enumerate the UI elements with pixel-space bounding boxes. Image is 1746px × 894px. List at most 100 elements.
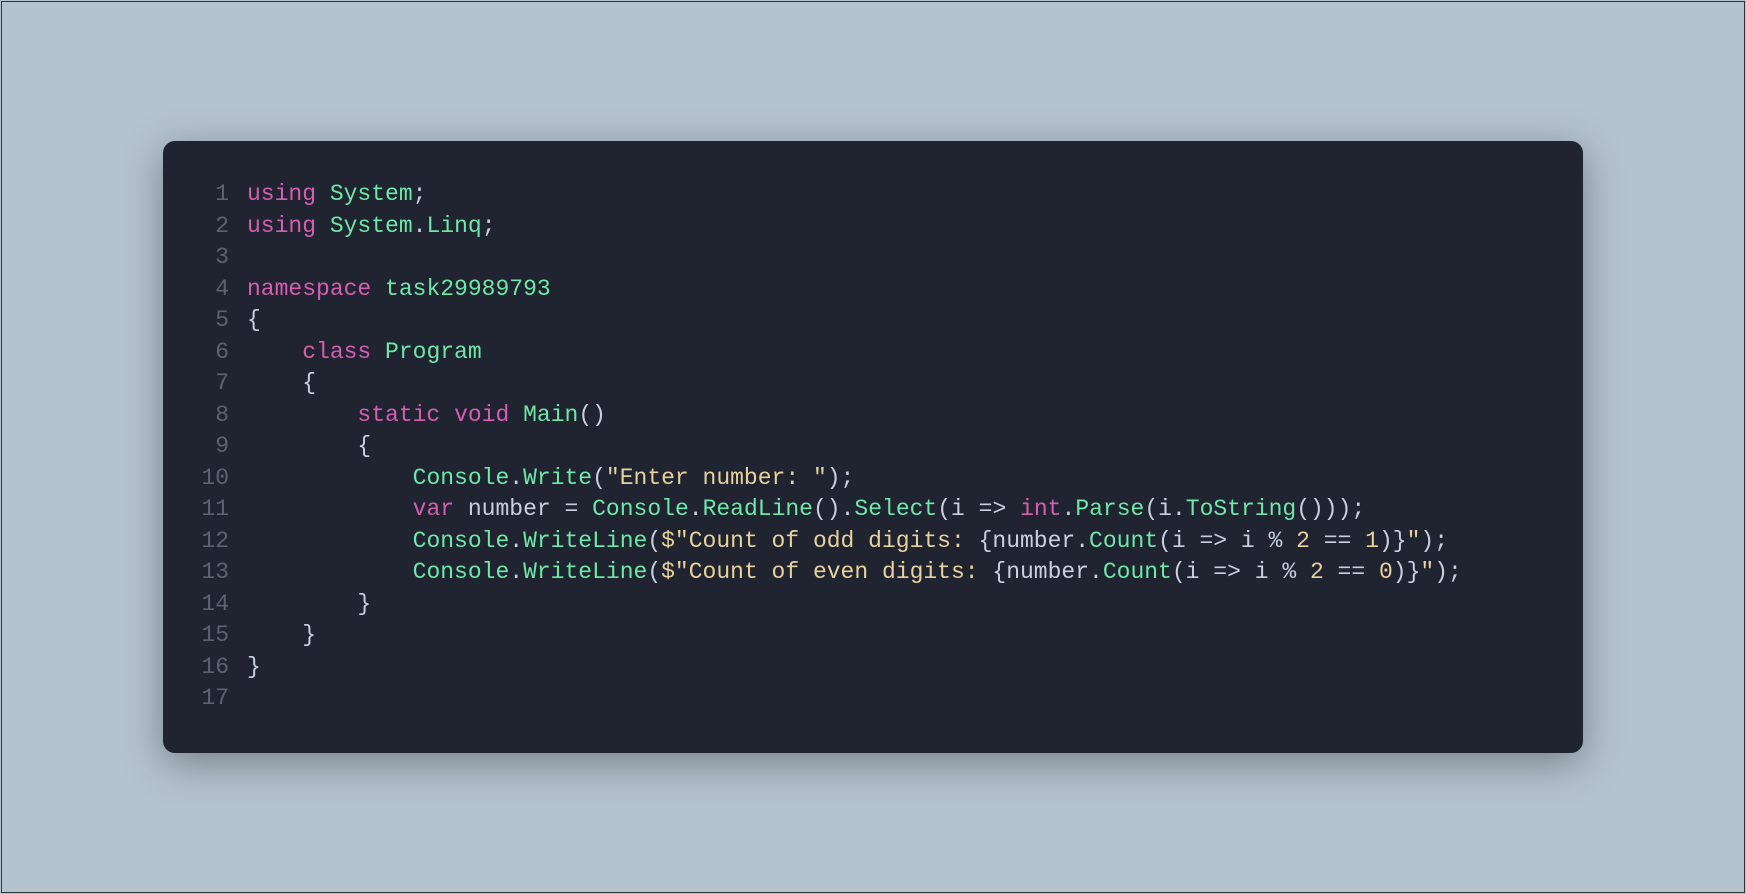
code-token: i xyxy=(1172,528,1186,554)
code-token: { xyxy=(247,370,316,396)
code-line: 7 { xyxy=(183,368,1553,400)
line-number: 11 xyxy=(183,494,247,526)
code-token xyxy=(247,402,357,428)
code-token xyxy=(316,181,330,207)
code-token: 2 xyxy=(1310,559,1324,585)
code-token xyxy=(440,402,454,428)
line-number: 13 xyxy=(183,557,247,589)
code-token: i xyxy=(1255,559,1269,585)
code-token: => xyxy=(965,496,1020,522)
code-token xyxy=(454,496,468,522)
code-line: 2using System.Linq; xyxy=(183,211,1553,243)
code-line: 11 var number = Console.ReadLine().Selec… xyxy=(183,494,1553,526)
code-token: ); xyxy=(1434,559,1462,585)
code-token: ( xyxy=(592,465,606,491)
code-token: . xyxy=(509,559,523,585)
line-number: 15 xyxy=(183,620,247,652)
code-token: Main xyxy=(523,402,578,428)
page-frame: 1using System;2using System.Linq;3 4name… xyxy=(1,1,1745,893)
code-token: () xyxy=(578,402,606,428)
code-line-content: { xyxy=(247,431,1553,463)
code-line: 3 xyxy=(183,242,1553,274)
code-token: ToString xyxy=(1186,496,1296,522)
code-token: ())); xyxy=(1296,496,1365,522)
code-token: { xyxy=(992,559,1006,585)
code-line: 4namespace task29989793 xyxy=(183,274,1553,306)
code-token: using xyxy=(247,213,316,239)
code-token: using xyxy=(247,181,316,207)
code-line-content: using System.Linq; xyxy=(247,211,1553,243)
code-token: System xyxy=(330,213,413,239)
code-token: . xyxy=(1172,496,1186,522)
code-token: Console xyxy=(413,465,510,491)
code-line-content: namespace task29989793 xyxy=(247,274,1553,306)
code-token: . xyxy=(1089,559,1103,585)
code-line: 13 Console.WriteLine($"Count of even dig… xyxy=(183,557,1553,589)
line-number: 8 xyxy=(183,400,247,432)
code-token: WriteLine xyxy=(523,559,647,585)
code-token: int xyxy=(1020,496,1061,522)
line-number: 12 xyxy=(183,526,247,558)
code-line-content xyxy=(247,242,1553,274)
code-token: ); xyxy=(1420,528,1448,554)
code-token: => xyxy=(1199,559,1254,585)
code-token: task29989793 xyxy=(385,276,551,302)
line-number: 17 xyxy=(183,683,247,715)
code-token: "Enter number: " xyxy=(606,465,827,491)
code-line: 6 class Program xyxy=(183,337,1553,369)
code-token: Linq xyxy=(426,213,481,239)
code-token xyxy=(247,496,413,522)
code-line-content: Console.WriteLine($"Count of even digits… xyxy=(247,557,1553,589)
code-token: Select xyxy=(854,496,937,522)
code-line-content: } xyxy=(247,620,1553,652)
code-token: $"Count of odd digits: xyxy=(661,528,978,554)
code-line: 15 } xyxy=(183,620,1553,652)
code-token: . xyxy=(509,528,523,554)
code-token: Console xyxy=(413,528,510,554)
code-token: ; xyxy=(482,213,496,239)
code-token: ( xyxy=(937,496,951,522)
code-line: 17 xyxy=(183,683,1553,715)
code-token: System xyxy=(330,181,413,207)
code-token xyxy=(316,213,330,239)
code-token: Program xyxy=(385,339,482,365)
code-token: => xyxy=(1186,528,1241,554)
code-token: number xyxy=(1006,559,1089,585)
code-token: number xyxy=(992,528,1075,554)
code-line-content: } xyxy=(247,652,1553,684)
code-token: Write xyxy=(523,465,592,491)
line-number: 5 xyxy=(183,305,247,337)
code-line: 10 Console.Write("Enter number: "); xyxy=(183,463,1553,495)
line-number: 4 xyxy=(183,274,247,306)
code-line-content xyxy=(247,683,1553,715)
code-token: ( xyxy=(647,559,661,585)
code-token: Console xyxy=(592,496,689,522)
code-token: namespace xyxy=(247,276,371,302)
code-token: = xyxy=(551,496,592,522)
code-token: . xyxy=(689,496,703,522)
code-token xyxy=(371,339,385,365)
code-line: 12 Console.WriteLine($"Count of odd digi… xyxy=(183,526,1553,558)
code-line: 14 } xyxy=(183,589,1553,621)
code-token: static xyxy=(357,402,440,428)
code-token: ); xyxy=(827,465,855,491)
code-token: . xyxy=(1062,496,1076,522)
code-token: i xyxy=(1186,559,1200,585)
line-number: 10 xyxy=(183,463,247,495)
code-line-content: { xyxy=(247,305,1553,337)
code-line-content: Console.WriteLine($"Count of odd digits:… xyxy=(247,526,1553,558)
code-line-content: { xyxy=(247,368,1553,400)
code-token: ( xyxy=(1144,496,1158,522)
code-token: . xyxy=(1075,528,1089,554)
code-token: ; xyxy=(413,181,427,207)
code-token: i xyxy=(951,496,965,522)
code-token: ( xyxy=(1158,528,1172,554)
code-token: $"Count of even digits: xyxy=(661,559,992,585)
code-token: } xyxy=(247,622,316,648)
code-line-content: Console.Write("Enter number: "); xyxy=(247,463,1553,495)
line-number: 6 xyxy=(183,337,247,369)
code-token: ReadLine xyxy=(703,496,813,522)
code-token: { xyxy=(247,433,371,459)
code-token: { xyxy=(247,307,261,333)
code-token: void xyxy=(454,402,509,428)
